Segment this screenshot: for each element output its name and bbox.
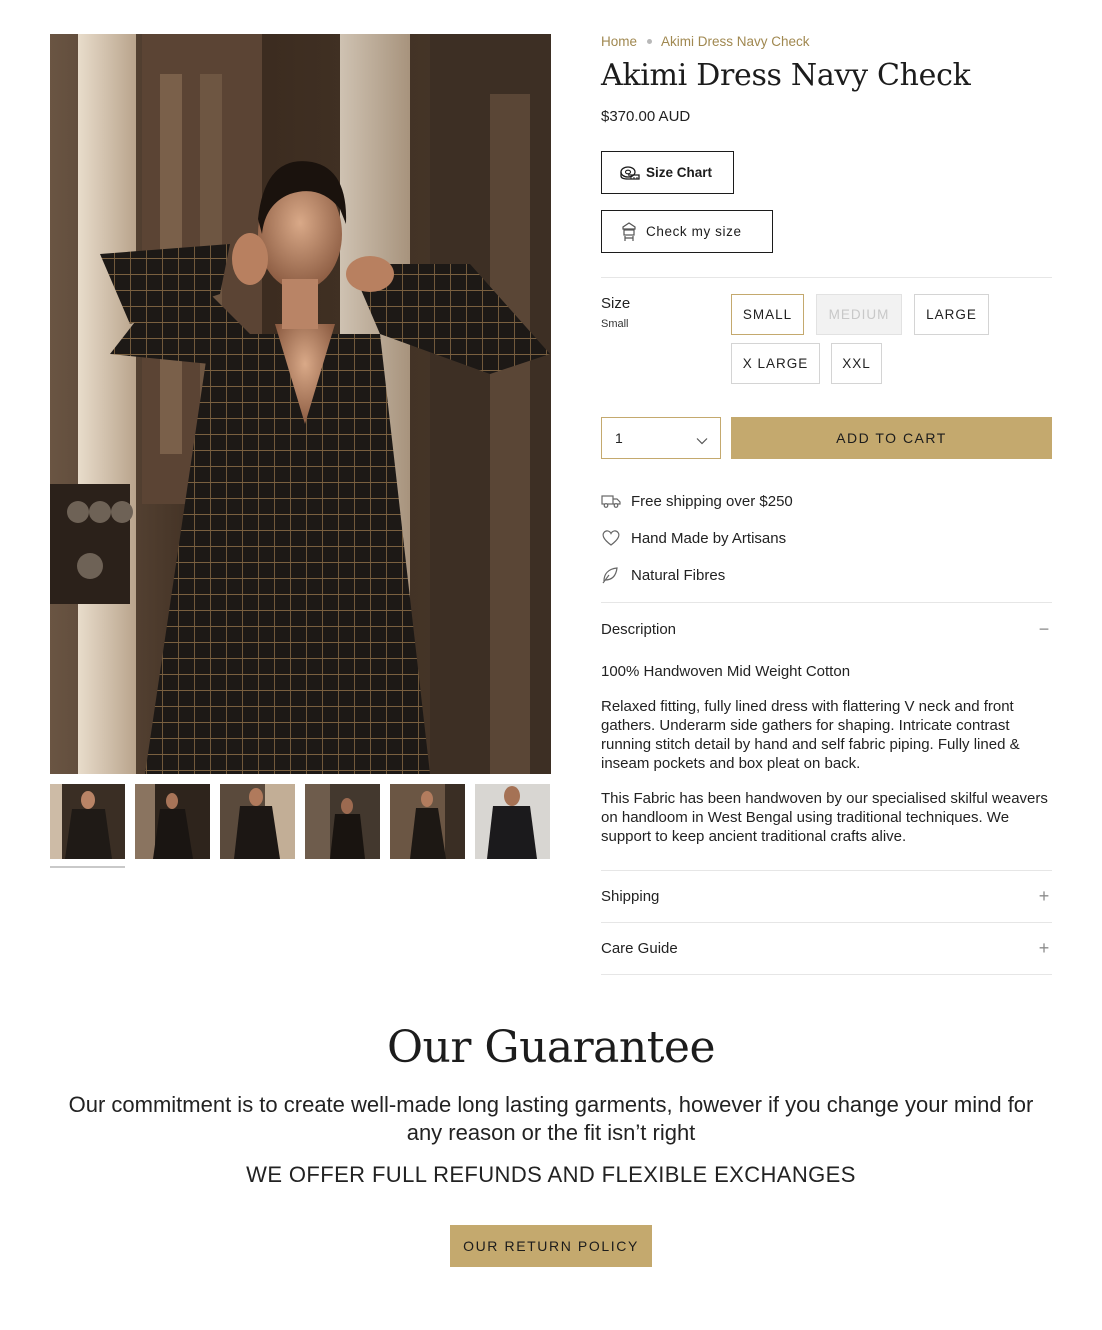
feature-natural-fibres: Natural Fibres — [601, 566, 725, 584]
size-option-small[interactable]: SMALL — [731, 294, 804, 335]
thumbnail-6[interactable] — [475, 784, 550, 859]
measuring-tape-icon — [620, 164, 642, 182]
size-chart-label: Size Chart — [646, 165, 713, 180]
size-label: Size — [601, 295, 631, 312]
quantity-select[interactable]: 1 — [601, 417, 721, 459]
shipping-heading: Shipping — [601, 888, 660, 905]
chevron-down-icon — [696, 432, 708, 448]
plus-icon: + — [1038, 938, 1050, 958]
care-guide-heading: Care Guide — [601, 940, 678, 957]
guarantee-text: Our commitment is to create well-made lo… — [68, 1092, 1034, 1145]
hanger-size-icon — [620, 221, 642, 241]
check-my-size-button[interactable]: Check my size — [601, 210, 773, 253]
feature-text: Free shipping over $250 — [631, 492, 793, 510]
truck-icon — [601, 492, 621, 510]
size-option-large[interactable]: LARGE — [914, 294, 989, 335]
description-accordion-header[interactable]: Description − — [601, 619, 1052, 640]
description-paragraph: 100% Handwoven Mid Weight Cotton — [601, 663, 851, 680]
guarantee-title: Our Guarantee — [386, 1022, 716, 1073]
description-paragraph: This Fabric has been handwoven by our sp… — [601, 790, 1048, 845]
size-option-medium[interactable]: MEDIUM — [816, 294, 902, 335]
plus-icon: + — [1038, 886, 1050, 906]
thumbnail-active-indicator — [50, 866, 125, 868]
feature-text: Hand Made by Artisans — [631, 529, 787, 547]
guarantee-offer: WE OFFER FULL REFUNDS AND FLEXIBLE EXCHA… — [246, 1162, 856, 1187]
breadcrumb-separator — [647, 38, 653, 44]
add-to-cart-button[interactable]: ADD TO CART — [731, 417, 1052, 459]
divider — [601, 870, 1052, 871]
divider — [601, 922, 1052, 923]
divider — [601, 602, 1052, 603]
thumbnail-strip — [50, 784, 551, 874]
quantity-value: 1 — [615, 430, 623, 446]
feature-free-shipping: Free shipping over $250 — [601, 492, 793, 510]
product-price: $370.00 AUD — [601, 108, 691, 125]
size-chart-button[interactable]: Size Chart — [601, 151, 734, 194]
product-title: Akimi Dress Navy Check — [601, 58, 971, 93]
minus-icon: − — [1038, 619, 1050, 639]
thumbnail-1[interactable] — [50, 784, 125, 859]
thumbnail-2[interactable] — [135, 784, 210, 859]
thumbnail-3[interactable] — [220, 784, 295, 859]
feature-handmade: Hand Made by Artisans — [601, 529, 786, 547]
shipping-accordion-header[interactable]: Shipping + — [601, 886, 1052, 907]
description-heading: Description — [601, 621, 677, 638]
breadcrumb-home[interactable]: Home — [601, 34, 637, 49]
size-selected-value: Small — [601, 318, 629, 330]
size-option-xxl[interactable]: XXL — [831, 343, 882, 384]
care-guide-accordion-header[interactable]: Care Guide + — [601, 938, 1052, 959]
divider — [601, 277, 1052, 278]
thumbnail-5[interactable] — [390, 784, 465, 859]
feature-text: Natural Fibres — [631, 566, 726, 584]
description-paragraph: Relaxed fitting, fully lined dress with … — [601, 698, 1020, 772]
return-policy-button[interactable]: OUR RETURN POLICY — [450, 1225, 652, 1267]
product-main-image[interactable] — [50, 34, 551, 774]
leaf-icon — [601, 566, 621, 584]
heart-icon — [601, 529, 621, 547]
breadcrumb-current[interactable]: Akimi Dress Navy Check — [661, 34, 810, 49]
size-option-x-large[interactable]: X LARGE — [731, 343, 820, 384]
thumbnail-4[interactable] — [305, 784, 380, 859]
check-my-size-label: Check my size — [646, 224, 742, 239]
divider — [601, 974, 1052, 975]
breadcrumb: Home Akimi Dress Navy Check — [601, 34, 810, 49]
